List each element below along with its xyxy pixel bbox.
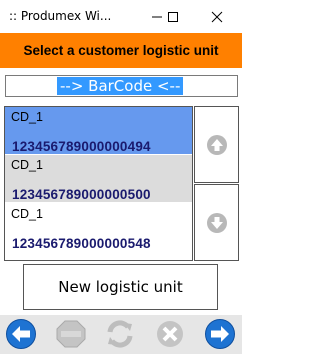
forward-icon [205,319,235,349]
bottom-toolbar [0,315,242,354]
logistic-unit-list[interactable]: CD_1 123456789000000494 CD_1 12345678900… [4,106,193,261]
stop-button[interactable] [55,318,87,350]
new-logistic-unit-button[interactable]: New logistic unit [23,264,218,310]
list-item[interactable]: CD_1 123456789000000494 [5,107,192,154]
back-button[interactable] [5,318,37,350]
list-item-code: CD_1 [11,158,43,172]
scroll-up-button[interactable] [194,106,239,183]
window-title: :: Produmex Wi... [9,9,112,23]
maximize-icon [168,11,178,22]
list-item-code: CD_1 [11,110,43,124]
list-item[interactable]: CD_1 123456789000000548 [5,204,192,251]
close-icon [211,11,223,22]
list-item-number: 123456789000000500 [12,187,151,202]
up-arrow-icon [206,134,227,155]
cancel-button[interactable] [154,318,186,350]
scroll-down-button[interactable] [194,184,239,261]
list-item-number: 123456789000000494 [12,139,151,154]
list-item-number: 123456789000000548 [12,236,151,251]
list-item[interactable]: CD_1 123456789000000500 [5,155,192,202]
back-icon [6,319,36,349]
barcode-input[interactable]: --> BarCode <-- [5,75,238,97]
maximize-button[interactable] [156,0,190,33]
barcode-placeholder: --> BarCode <-- [57,77,184,95]
page-title: Select a customer logistic unit [23,43,219,58]
forward-button[interactable] [204,318,236,350]
down-arrow-icon [206,212,227,233]
cancel-icon [157,321,183,347]
refresh-icon [107,320,133,348]
refresh-button[interactable] [104,318,136,350]
list-item-code: CD_1 [11,207,43,221]
page-header: Select a customer logistic unit [0,33,242,68]
close-button[interactable] [200,0,234,33]
window-titlebar: :: Produmex Wi... [0,0,242,33]
stop-icon [56,320,86,348]
